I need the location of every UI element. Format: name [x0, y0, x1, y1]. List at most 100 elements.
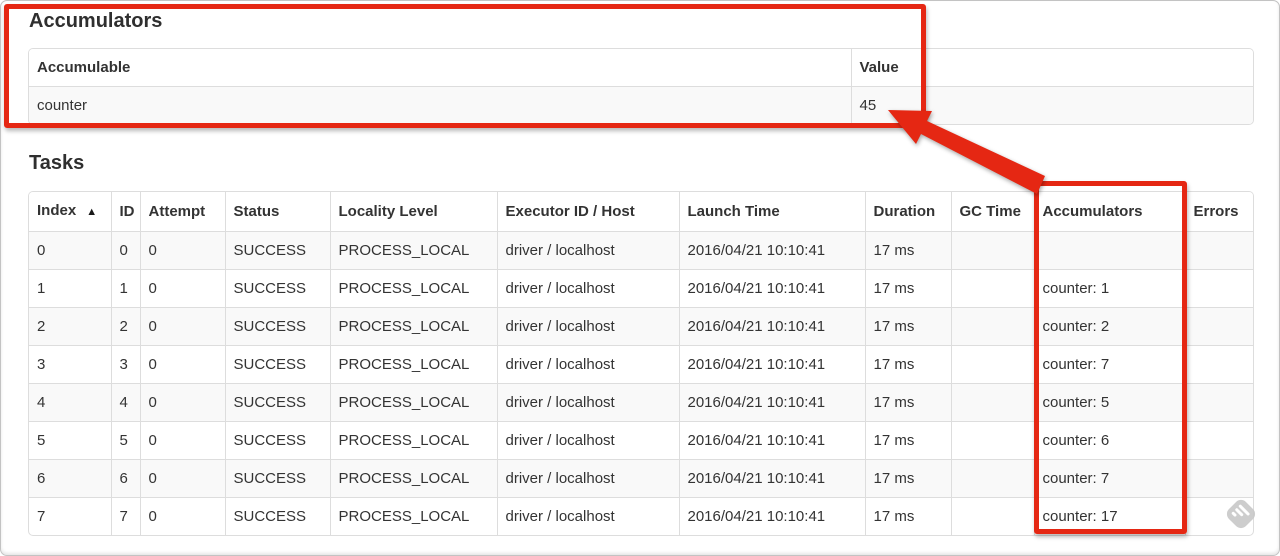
cell-attempt: 0	[139, 345, 226, 384]
cell-attempt: 0	[139, 459, 226, 498]
cell-gc-time	[950, 269, 1035, 308]
cell-launch-time: 2016/04/21 10:10:41	[678, 307, 866, 346]
cell-gc-time	[950, 345, 1035, 384]
column-header-status[interactable]: Status	[224, 192, 331, 232]
cell-status: SUCCESS	[224, 459, 331, 498]
cell-attempt: 0	[139, 497, 226, 535]
cell-executor-id-host: driver / localhost	[496, 307, 680, 346]
cell-accumulable: counter	[29, 86, 852, 124]
watermark-icon	[1226, 499, 1256, 529]
cell-errors	[1184, 307, 1253, 346]
cell-id: 0	[110, 231, 141, 270]
cell-index: 3	[29, 345, 112, 384]
cell-status: SUCCESS	[224, 421, 331, 460]
cell-index: 0	[29, 231, 112, 270]
column-header-gc-time[interactable]: GC Time	[950, 192, 1035, 232]
cell-executor-id-host: driver / localhost	[496, 345, 680, 384]
cell-status: SUCCESS	[224, 383, 331, 422]
cell-executor-id-host: driver / localhost	[496, 459, 680, 498]
cell-status: SUCCESS	[224, 345, 331, 384]
cell-index: 1	[29, 269, 112, 308]
cell-errors	[1184, 269, 1253, 308]
tasks-table: Index ▲ ID Attempt Status Locality Level Execu…	[29, 192, 1253, 535]
cell-locality-level: PROCESS_LOCAL	[329, 383, 498, 422]
column-header-value: Value	[850, 49, 1253, 87]
cell-duration: 17 ms	[864, 269, 952, 308]
cell-value: 45	[850, 86, 1253, 124]
cell-accumulators: counter: 17	[1033, 497, 1186, 535]
cell-index: 5	[29, 421, 112, 460]
cell-duration: 17 ms	[864, 497, 952, 535]
tasks-table-container: Index ▲ ID Attempt Status Locality Level Execu…	[28, 191, 1254, 536]
cell-errors	[1184, 459, 1253, 498]
cell-accumulators: counter: 7	[1033, 459, 1186, 498]
cell-id: 4	[110, 383, 141, 422]
cell-executor-id-host: driver / localhost	[496, 497, 680, 535]
cell-id: 2	[110, 307, 141, 346]
cell-index: 2	[29, 307, 112, 346]
cell-id: 5	[110, 421, 141, 460]
cell-id: 1	[110, 269, 141, 308]
table-row: 5 5 0 SUCCESS PROCESS_LOCAL driver / localhos…	[29, 421, 1253, 460]
cell-gc-time	[950, 383, 1035, 422]
cell-launch-time: 2016/04/21 10:10:41	[678, 383, 866, 422]
cell-gc-time	[950, 231, 1035, 270]
cell-duration: 17 ms	[864, 383, 952, 422]
cell-locality-level: PROCESS_LOCAL	[329, 421, 498, 460]
cell-id: 7	[110, 497, 141, 535]
table-row: 1 1 0 SUCCESS PROCESS_LOCAL driver / localhos…	[29, 269, 1253, 308]
cell-gc-time	[950, 307, 1035, 346]
cell-errors	[1184, 345, 1253, 384]
cell-executor-id-host: driver / localhost	[496, 231, 680, 270]
cell-executor-id-host: driver / localhost	[496, 421, 680, 460]
cell-accumulators: counter: 1	[1033, 269, 1186, 308]
accumulable-table-container: Accumulable Value counter 45	[28, 48, 1254, 125]
tasks-header-row: Index ▲ ID Attempt Status Locality Level Execu…	[29, 192, 1253, 232]
cell-status: SUCCESS	[224, 307, 331, 346]
table-row: 0 0 0 SUCCESS PROCESS_LOCAL driver / localhos…	[29, 231, 1253, 270]
table-row: counter 45	[29, 86, 1253, 124]
column-header-accumulators[interactable]: Accumulators	[1033, 192, 1186, 232]
cell-duration: 17 ms	[864, 421, 952, 460]
cell-status: SUCCESS	[224, 269, 331, 308]
cell-launch-time: 2016/04/21 10:10:41	[678, 269, 866, 308]
column-header-accumulable: Accumulable	[29, 49, 852, 87]
column-header-index[interactable]: Index ▲	[29, 192, 112, 232]
cell-attempt: 0	[139, 231, 226, 270]
column-header-errors[interactable]: Errors	[1184, 192, 1253, 232]
column-header-id[interactable]: ID	[110, 192, 141, 232]
cell-launch-time: 2016/04/21 10:10:41	[678, 459, 866, 498]
cell-gc-time	[950, 421, 1035, 460]
cell-accumulators	[1033, 231, 1186, 270]
column-header-launch-time[interactable]: Launch Time	[678, 192, 866, 232]
cell-accumulators: counter: 2	[1033, 307, 1186, 346]
column-header-duration[interactable]: Duration	[864, 192, 952, 232]
column-header-executor-id-host[interactable]: Executor ID / Host	[496, 192, 680, 232]
column-header-locality-level[interactable]: Locality Level	[329, 192, 498, 232]
table-row: 2 2 0 SUCCESS PROCESS_LOCAL driver / localhos…	[29, 307, 1253, 346]
table-row: 4 4 0 SUCCESS PROCESS_LOCAL driver / localhos…	[29, 383, 1253, 422]
cell-gc-time	[950, 459, 1035, 498]
cell-duration: 17 ms	[864, 307, 952, 346]
cell-index: 7	[29, 497, 112, 535]
cell-id: 3	[110, 345, 141, 384]
table-row: 7 7 0 SUCCESS PROCESS_LOCAL driver / localhos…	[29, 497, 1253, 535]
cell-accumulators: counter: 5	[1033, 383, 1186, 422]
cell-executor-id-host: driver / localhost	[496, 383, 680, 422]
cell-duration: 17 ms	[864, 345, 952, 384]
cell-errors	[1184, 383, 1253, 422]
accumulable-header-row: Accumulable Value	[29, 49, 1253, 87]
cell-locality-level: PROCESS_LOCAL	[329, 497, 498, 535]
sort-ascending-icon: ▲	[86, 206, 98, 218]
cell-accumulators: counter: 7	[1033, 345, 1186, 384]
cell-errors	[1184, 231, 1253, 270]
column-header-attempt[interactable]: Attempt	[139, 192, 226, 232]
cell-locality-level: PROCESS_LOCAL	[329, 345, 498, 384]
cell-id: 6	[110, 459, 141, 498]
accumulators-section-heading: Accumulators	[29, 10, 163, 32]
cell-attempt: 0	[139, 421, 226, 460]
cell-status: SUCCESS	[224, 497, 331, 535]
cell-executor-id-host: driver / localhost	[496, 269, 680, 308]
table-row: 3 3 0 SUCCESS PROCESS_LOCAL driver / localhos…	[29, 345, 1253, 384]
cell-attempt: 0	[139, 307, 226, 346]
